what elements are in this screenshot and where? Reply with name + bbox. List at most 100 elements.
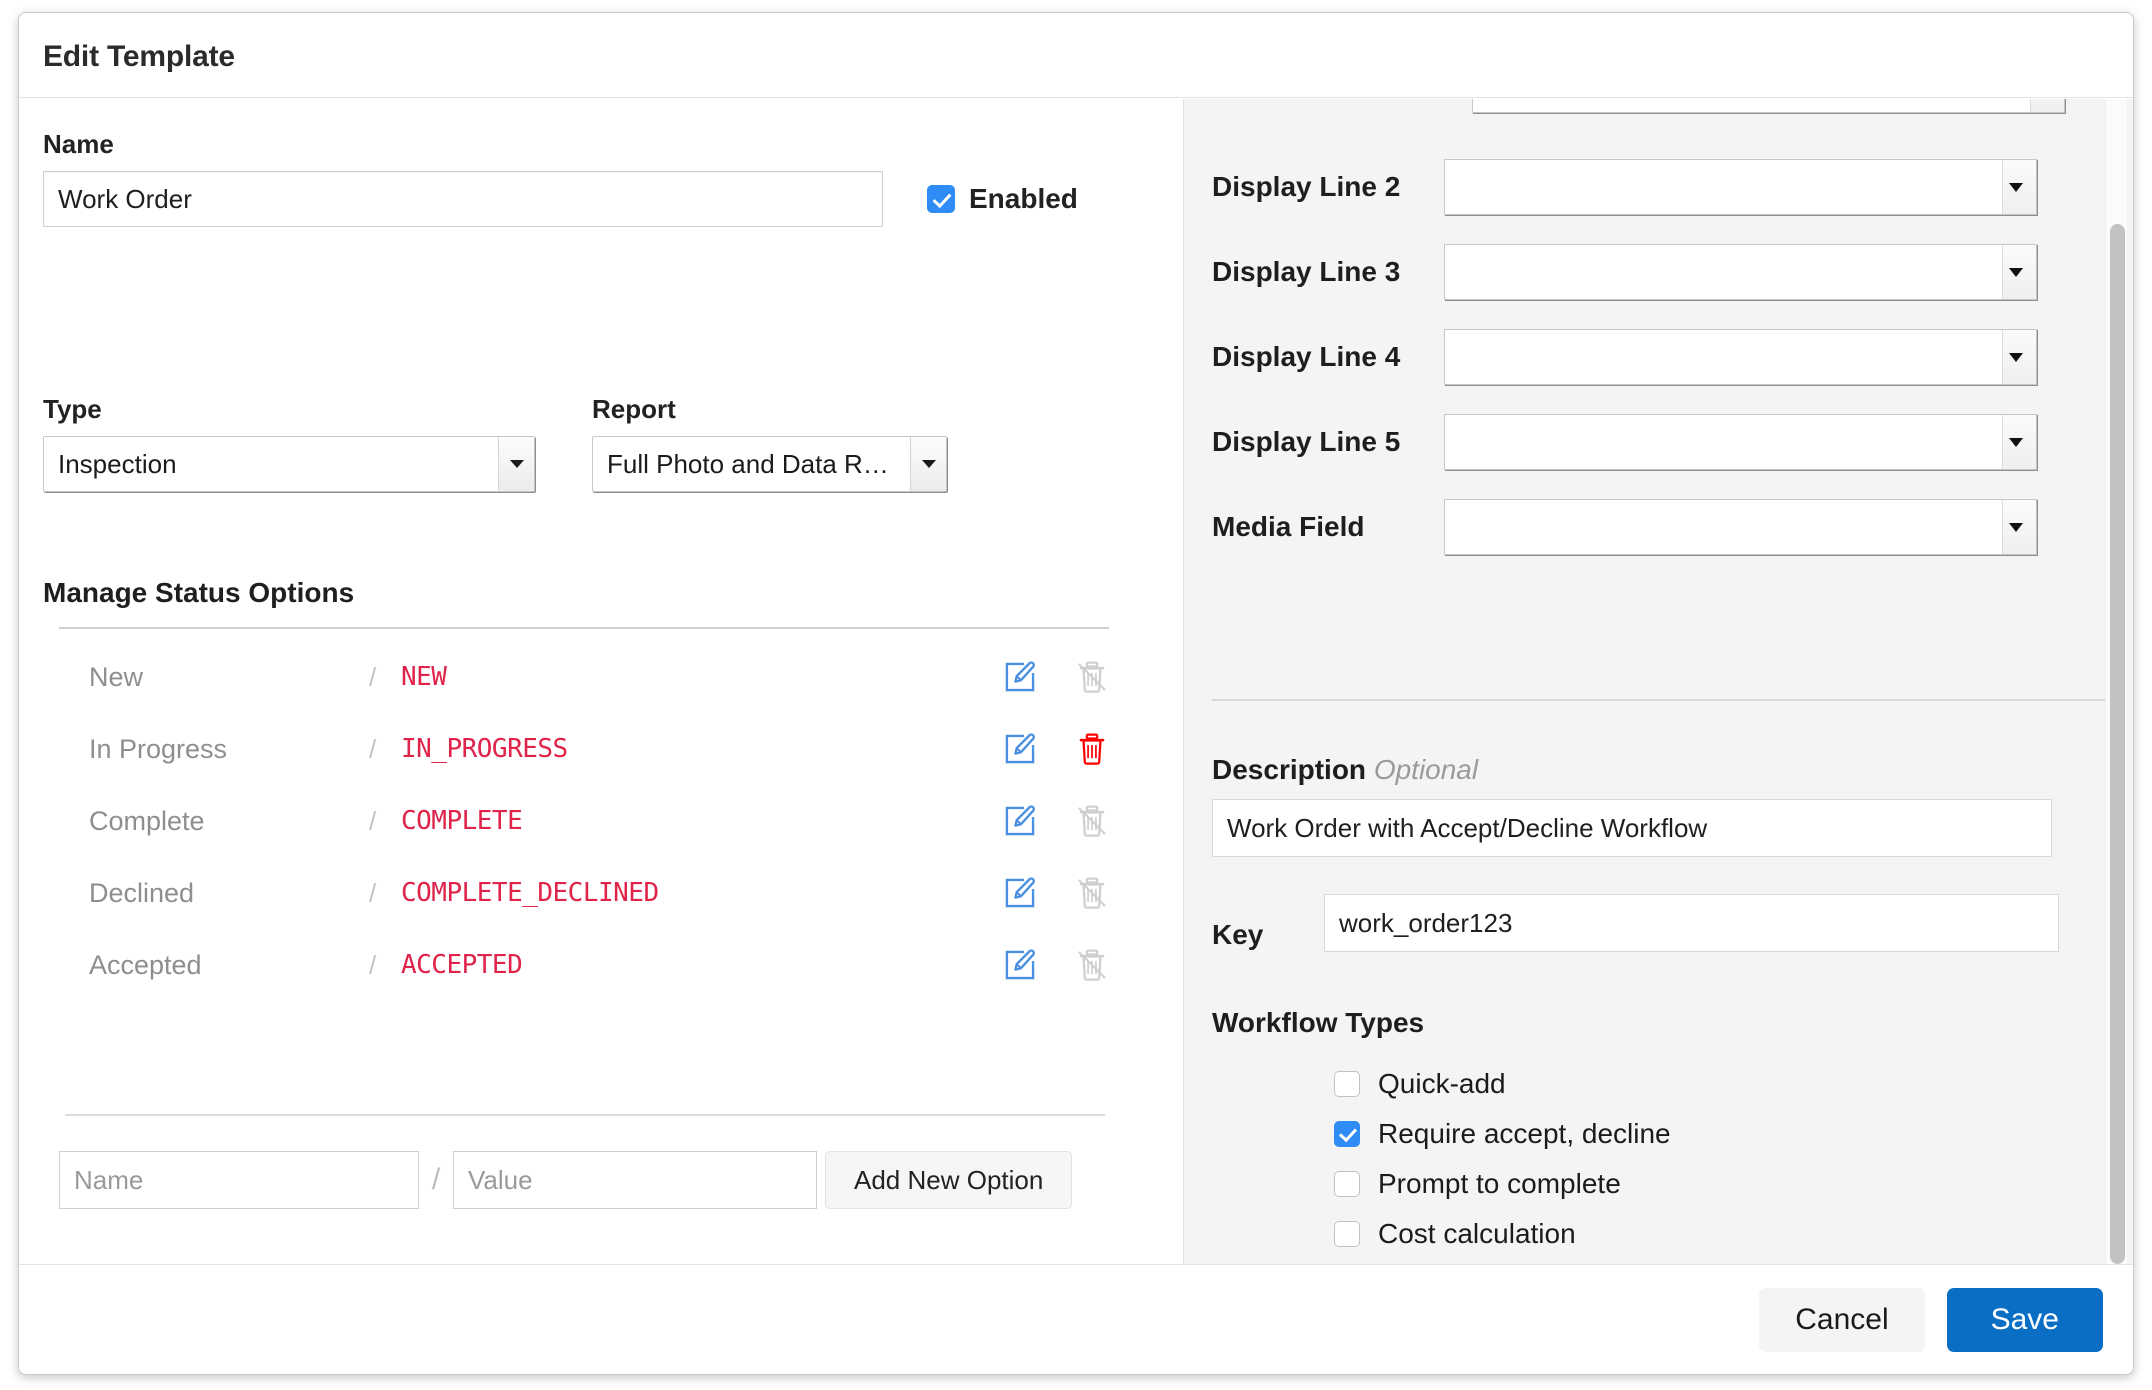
status-option-row: Accepted / ACCEPTED xyxy=(19,929,1119,1001)
status-option-row: Declined / COMPLETE_DECLINED xyxy=(19,857,1119,929)
type-select[interactable]: Inspection xyxy=(43,436,535,492)
display-line-select[interactable] xyxy=(1444,499,2037,555)
status-option-separator: / xyxy=(369,805,377,836)
status-option-value: COMPLETE xyxy=(401,806,523,836)
trash-disabled-icon xyxy=(1075,948,1109,982)
status-option-name: New xyxy=(89,661,144,692)
chevron-down-icon xyxy=(2002,245,2036,299)
dialog-body: Name Enabled Type Inspection Report Full… xyxy=(19,99,2133,1265)
right-pane: Display Line 2 Display Line 3 Display Line… xyxy=(1183,99,2133,1265)
status-option-row: Complete / COMPLETE xyxy=(19,785,1119,857)
status-option-name: In Progress xyxy=(89,733,228,764)
display-line-label: Display Line 4 xyxy=(1212,341,1401,372)
status-option-separator: / xyxy=(369,661,377,692)
chevron-down-icon xyxy=(2002,330,2036,384)
left-pane: Name Enabled Type Inspection Report Full… xyxy=(19,99,1183,1265)
report-select-value: Full Photo and Data R… xyxy=(607,448,889,479)
status-option-actions xyxy=(1003,732,1109,766)
status-option-name: Complete xyxy=(89,805,205,836)
display-line-row: Display Line 3 xyxy=(1184,244,2133,300)
status-option-row: In Progress / IN_PROGRESS xyxy=(19,713,1119,785)
trash-disabled-icon xyxy=(1075,660,1109,694)
report-label: Report xyxy=(592,394,676,424)
status-option-value: NEW xyxy=(401,662,447,692)
name-input[interactable] xyxy=(43,171,883,227)
edit-pencil-icon[interactable] xyxy=(1003,660,1037,694)
status-option-value: IN_PROGRESS xyxy=(401,734,568,764)
display-line-row: Display Line 4 xyxy=(1184,329,2133,385)
workflow-type-checkbox[interactable] xyxy=(1334,1221,1360,1247)
workflow-type-item[interactable]: Quick-add xyxy=(1334,1059,1671,1109)
status-option-value: COMPLETE_DECLINED xyxy=(401,878,659,908)
report-select[interactable]: Full Photo and Data R… xyxy=(592,436,947,492)
trash-disabled-icon xyxy=(1075,876,1109,910)
chevron-down-icon xyxy=(2030,99,2064,112)
section-divider xyxy=(59,627,1109,629)
chevron-down-icon xyxy=(498,437,534,491)
trash-icon[interactable] xyxy=(1075,732,1109,766)
display-line-row: Media Field xyxy=(1184,499,2133,555)
display-line-select[interactable] xyxy=(1444,329,2037,385)
display-line-label: Display Line 3 xyxy=(1212,256,1401,287)
workflow-type-checkbox[interactable] xyxy=(1334,1121,1360,1147)
scrollbar-thumb[interactable] xyxy=(2110,224,2125,1264)
display-line-label: Display Line 2 xyxy=(1212,171,1401,202)
workflow-type-item[interactable]: Cost calculation xyxy=(1334,1209,1671,1259)
page-title: Edit Template xyxy=(43,40,235,73)
display-line-select[interactable] xyxy=(1444,159,2037,215)
key-input[interactable] xyxy=(1324,894,2059,952)
add-option-separator: / xyxy=(431,1163,441,1196)
add-new-option-button[interactable]: Add New Option xyxy=(825,1151,1073,1209)
chevron-down-icon xyxy=(2002,500,2036,554)
workflow-type-checkbox[interactable] xyxy=(1334,1071,1360,1097)
status-option-actions xyxy=(1003,948,1109,982)
new-option-value-input[interactable] xyxy=(453,1151,817,1209)
edit-pencil-icon[interactable] xyxy=(1003,948,1037,982)
workflow-types-title: Workflow Types xyxy=(1212,1007,1425,1038)
display-line-select[interactable] xyxy=(1444,414,2037,470)
right-pane-scrollbar[interactable] xyxy=(2105,99,2127,1265)
description-input[interactable] xyxy=(1212,799,2052,857)
edit-pencil-icon[interactable] xyxy=(1003,732,1037,766)
manage-status-options-title: Manage Status Options xyxy=(43,577,355,608)
workflow-types-list: Quick-add Require accept, decline Prompt t… xyxy=(1334,1059,1671,1259)
status-option-separator: / xyxy=(369,877,377,908)
workflow-type-label: Require accept, decline xyxy=(1378,1118,1671,1149)
edit-pencil-icon[interactable] xyxy=(1003,876,1037,910)
cancel-button[interactable]: Cancel xyxy=(1759,1287,1925,1352)
enabled-checkbox[interactable] xyxy=(927,185,955,213)
type-label: Type xyxy=(43,394,102,424)
status-option-separator: / xyxy=(369,733,377,764)
display-line-select[interactable] xyxy=(1444,244,2037,300)
add-option-row: / Add New Option xyxy=(59,1151,1073,1209)
description-optional-note: Optional xyxy=(1373,754,1479,785)
status-option-name: Accepted xyxy=(89,949,202,980)
add-option-divider xyxy=(65,1114,1105,1116)
edit-template-dialog: Edit Template Name Enabled Type Inspecti… xyxy=(18,12,2134,1375)
trash-disabled-icon xyxy=(1075,804,1109,838)
edit-pencil-icon[interactable] xyxy=(1003,804,1037,838)
status-option-row: New / NEW xyxy=(19,641,1119,713)
display-line-1-select-partial[interactable] xyxy=(1472,99,2065,113)
status-option-actions xyxy=(1003,804,1109,838)
key-label: Key xyxy=(1212,919,1264,950)
description-label: Description xyxy=(1212,754,1367,785)
workflow-type-item[interactable]: Require accept, decline xyxy=(1334,1109,1671,1159)
workflow-type-item[interactable]: Prompt to complete xyxy=(1334,1159,1671,1209)
chevron-down-icon xyxy=(2002,415,2036,469)
enabled-checkbox-row[interactable]: Enabled xyxy=(927,183,1078,215)
description-heading: Description Optional xyxy=(1212,754,1478,786)
type-select-value: Inspection xyxy=(58,448,177,479)
workflow-type-checkbox[interactable] xyxy=(1334,1171,1360,1197)
display-line-label: Media Field xyxy=(1212,511,1365,542)
save-button[interactable]: Save xyxy=(1946,1287,2103,1352)
status-options-list: New / NEW In Progress / IN_PROGRESS Complete / C… xyxy=(19,641,1119,1001)
display-line-row: Display Line 5 xyxy=(1184,414,2133,470)
new-option-name-input[interactable] xyxy=(59,1151,419,1209)
status-option-value: ACCEPTED xyxy=(401,950,523,980)
display-line-row: Display Line 2 xyxy=(1184,159,2133,215)
display-line-label: Display Line 5 xyxy=(1212,426,1401,457)
enabled-label: Enabled xyxy=(969,183,1078,214)
status-option-separator: / xyxy=(369,949,377,980)
workflow-type-label: Cost calculation xyxy=(1378,1218,1576,1249)
